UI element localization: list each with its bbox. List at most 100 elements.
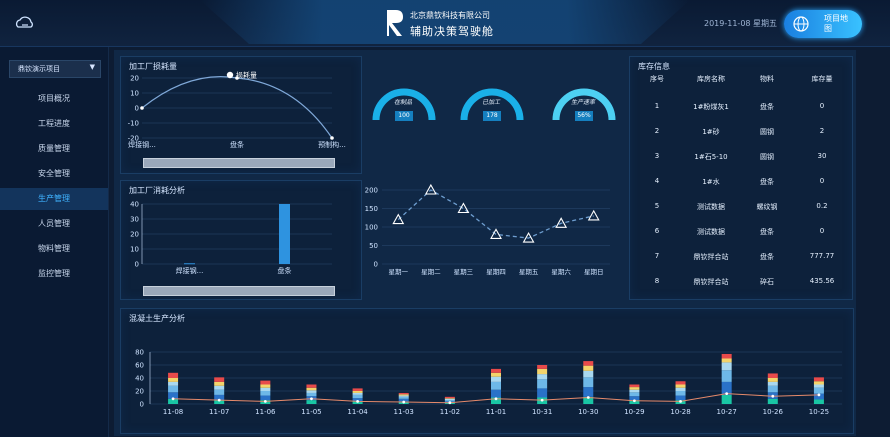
stacked-bar-segment	[629, 389, 640, 393]
stacked-bar-segment	[537, 388, 548, 398]
stacked-bar-segment	[721, 353, 732, 359]
table-cell: 盘条	[760, 228, 774, 236]
y-tick-label: 60	[135, 362, 144, 370]
table-cell: 1#水	[702, 178, 720, 186]
table-cell: 盘条	[760, 178, 774, 186]
gauge-value: 56%	[575, 111, 593, 121]
y-tick-label: 200	[365, 187, 378, 195]
loss-point	[140, 106, 144, 110]
stacked-bar-segment	[352, 388, 363, 391]
stacked-bar-segment	[398, 396, 409, 399]
stacked-bar-segment	[214, 381, 225, 386]
stacked-bar-segment	[260, 387, 271, 391]
x-tick-label: 10-27	[716, 408, 736, 416]
sidebar-item[interactable]: 项目概况	[0, 88, 108, 110]
y-tick-label: 150	[365, 205, 378, 213]
y-tick-label: 0	[374, 261, 378, 269]
gauge-label: 已加工	[481, 99, 500, 106]
stacked-bar-segment	[675, 381, 686, 385]
stacked-bar-segment	[537, 368, 548, 375]
stacked-bar-segment	[491, 376, 501, 382]
loss-series-line	[141, 76, 333, 139]
table-cell: 圆钢	[760, 153, 774, 161]
stacked-bar-segment	[767, 381, 778, 386]
sidebar-item[interactable]: 工程进度	[0, 113, 108, 135]
table-row: 6 测试数据 盘条 0	[635, 227, 849, 243]
gauge: 在制品 100	[368, 68, 448, 138]
x-tick-label: 预制构...	[318, 140, 346, 149]
consumption-scrollbar[interactable]	[143, 158, 335, 168]
x-tick-label: 星期五	[519, 268, 539, 276]
x-tick-label: 10-26	[763, 408, 784, 416]
y-tick-label: 10	[130, 246, 139, 254]
globe-icon	[793, 16, 809, 32]
stacked-bar-segment	[398, 392, 409, 395]
x-tick-label: 11-07	[209, 408, 229, 416]
sidebar-item[interactable]: 人员管理	[0, 213, 108, 235]
loss-point	[330, 136, 334, 140]
sidebar-item[interactable]: 生产管理	[0, 188, 108, 210]
table-cell: 0.2	[816, 202, 828, 210]
stacked-bar-segment	[583, 365, 594, 371]
sidebar-item[interactable]: 物料管理	[0, 238, 108, 260]
trend-point	[633, 399, 636, 403]
stacked-bar-segment	[306, 387, 317, 391]
gauge-label: 在制品	[393, 99, 412, 106]
stacked-bar-segment	[352, 392, 363, 395]
stacked-bar-segment	[260, 380, 271, 385]
project-select[interactable]: 鼎钦演示项目 ▼	[9, 60, 101, 78]
triangle-point	[587, 209, 600, 221]
trend-point	[217, 398, 221, 402]
stacked-bar-segment	[675, 395, 686, 401]
table-cell: 1#石5-10	[694, 153, 728, 161]
table-row: 2 1#砂 圆钢 2	[635, 127, 849, 143]
usage-scrollbar[interactable]	[143, 286, 335, 296]
table-cell: 0	[819, 177, 825, 185]
trend-point	[817, 393, 821, 397]
table-cell: 碎石	[760, 278, 774, 286]
table-cell: 盘条	[760, 253, 774, 261]
stacked-bar-segment	[491, 389, 501, 398]
table-cell: 螺纹钢	[756, 203, 778, 211]
project-map-button[interactable]: 项目地图	[784, 10, 862, 38]
column-header: 物料	[760, 75, 774, 83]
stacked-bar-segment	[629, 384, 640, 388]
x-tick-label: 焊接钢...	[176, 266, 204, 275]
stacked-bar-segment	[260, 395, 271, 401]
stacked-bar-segment	[629, 392, 640, 397]
y-tick-label: 30	[130, 216, 139, 224]
gauge-label: 生产速率	[570, 99, 595, 106]
x-tick-label: 11-08	[163, 408, 183, 416]
x-tick-label: 11-03	[394, 408, 414, 416]
table-cell: 0	[819, 227, 825, 235]
usage-chart: 40 30 20 10 0 焊接钢... 盘条	[130, 201, 332, 275]
table-cell: 0	[819, 102, 825, 110]
cloud-home-icon[interactable]	[14, 12, 36, 34]
stacked-bar-segment	[675, 391, 686, 396]
sidebar-item[interactable]: 监控管理	[0, 263, 108, 285]
stacked-bar-segment	[444, 398, 455, 401]
y-tick-label: -10	[128, 120, 139, 128]
stacked-bar-segment	[721, 394, 732, 404]
stacked-bar-segment	[214, 377, 225, 382]
table-row: 4 1#水 盘条 0	[635, 177, 849, 193]
gauge-value: 178	[483, 111, 501, 121]
trend-point	[679, 400, 682, 403]
table-row: 8 鼎钦拌合站 碎石 435.56	[635, 277, 849, 293]
sidebar: 鼎钦演示项目 ▼ 项目概况工程进度质量管理安全管理生产管理人员管理物料管理监控管…	[0, 47, 109, 437]
x-tick-label: 星期四	[486, 268, 506, 276]
usage-bar	[184, 263, 195, 265]
x-tick-label: 10-28	[670, 408, 690, 416]
stacked-bar-segment	[767, 398, 778, 404]
inventory-title: 库存信息	[638, 62, 670, 71]
stacked-bar-segment	[675, 387, 686, 391]
weekly-chart: 200 150 100 50 0 星期一 星期二 星期三 星期四 星期五 星期六 星期日	[365, 183, 610, 276]
table-cell: 测试数据	[697, 228, 725, 236]
sidebar-item[interactable]: 质量管理	[0, 138, 108, 160]
stacked-bar-segment	[214, 385, 225, 390]
sidebar-item[interactable]: 安全管理	[0, 163, 108, 185]
y-tick-label: 40	[135, 375, 144, 383]
y-tick-label: 0	[135, 261, 139, 269]
trend-point	[494, 397, 498, 401]
concrete-chart: 80 60 40 20 0 11-08 11-07 11-06 11-05 11-04 11-03 1…	[135, 349, 842, 416]
